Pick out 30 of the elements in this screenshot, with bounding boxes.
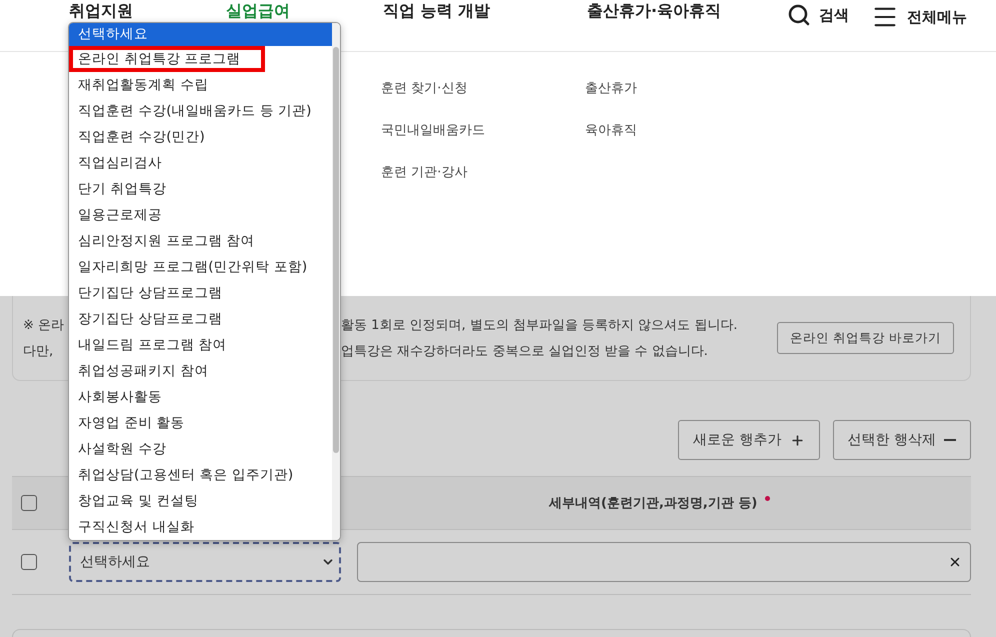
submenu-link[interactable]: 육아휴직 — [585, 120, 789, 141]
notice-text: ※ 온라 — [23, 317, 64, 334]
dropdown-option[interactable]: 선택하세요 — [69, 23, 332, 46]
shortcut-button[interactable]: 온라인 취업특강 바로가기 — [777, 322, 954, 354]
detail-input-field[interactable] — [357, 542, 971, 582]
nav-tab[interactable]: 실업급여 — [226, 0, 383, 20]
nav-tab[interactable]: 직업 능력 개발 — [383, 0, 587, 20]
nav-tab[interactable]: 취업지원 — [69, 0, 226, 20]
all-menu-button[interactable]: 전체메뉴 — [871, 0, 967, 31]
submenu-link[interactable]: 훈련 기관·강사 — [381, 162, 585, 183]
delete-row-button[interactable]: 선택한 행삭제 — [832, 420, 971, 460]
nav-tab[interactable]: 출산휴가·육아휴직 — [587, 0, 787, 20]
submenu-link[interactable]: 출산휴가 — [585, 78, 789, 99]
minus-icon — [944, 439, 956, 441]
dropdown-option[interactable]: 온라인 취업특강 프로그램 — [69, 46, 265, 72]
submenu-link[interactable]: 훈련 찾기·신청 — [381, 78, 585, 99]
clear-icon[interactable] — [948, 555, 962, 569]
notice-text: 업특강은 재수강하더라도 중복으로 실업인정 받을 수 없습니다. — [341, 343, 709, 360]
checkbox[interactable] — [21, 554, 37, 570]
scrollbar[interactable] — [332, 23, 340, 540]
submenu-link[interactable]: 국민내일배움카드 — [381, 120, 585, 141]
notice-text: 다만, — [23, 343, 54, 360]
dropdown-option[interactable]: 구직신청서 내실화 — [69, 514, 332, 540]
notice-text: 활동 1회로 인정되며, 별도의 첨부파일을 등록하지 않으셔도 됩니다. — [341, 317, 738, 334]
add-row-button[interactable]: 새로운 행추가 — [678, 420, 820, 460]
checkbox[interactable] — [21, 495, 37, 511]
plus-icon — [790, 432, 805, 448]
search-button[interactable]: 검색 — [787, 0, 849, 27]
column-header: 세부내역(훈련기관,과정명,기관 등) — [549, 495, 758, 512]
search-icon — [787, 3, 811, 27]
